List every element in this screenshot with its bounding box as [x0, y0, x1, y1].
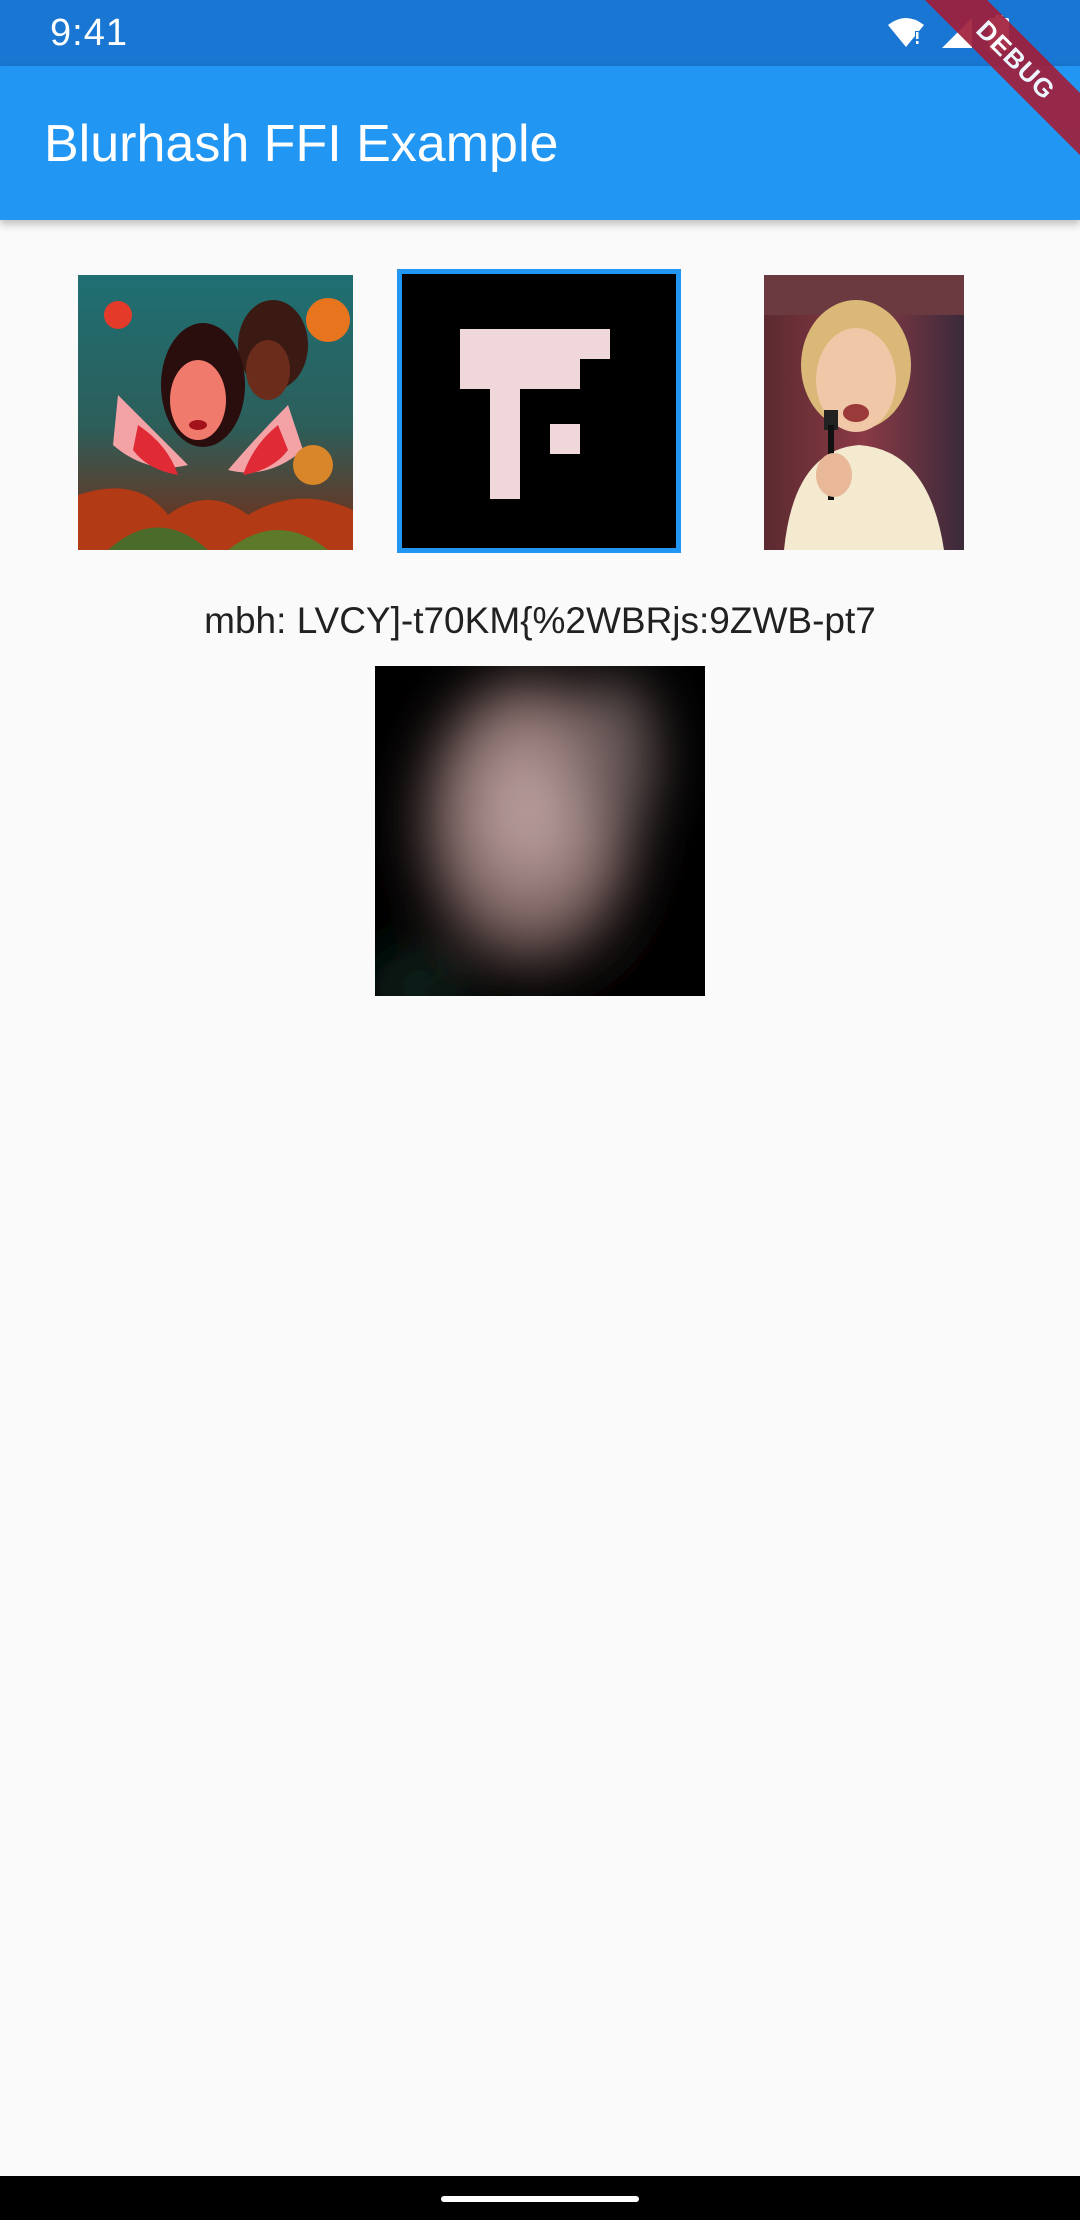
- blurhash-text: mbh: LVCY]-t70KM{%2WBRjs:9ZWB-pt7: [204, 600, 876, 641]
- portrait-photo-thumbnail[interactable]: [764, 275, 964, 550]
- system-navigation-bar: [0, 2176, 1080, 2220]
- status-time: 9:41: [50, 12, 128, 54]
- illustration-thumbnail[interactable]: [78, 275, 353, 550]
- home-gesture-handle[interactable]: [441, 2196, 639, 2202]
- status-icons: [886, 14, 1010, 52]
- app-title: Blurhash FFI Example: [44, 115, 559, 173]
- battery-icon: [988, 15, 1010, 51]
- pixel-glyph-thumbnail[interactable]: [397, 269, 681, 553]
- status-bar: 9:41: [0, 0, 1080, 66]
- wifi-icon: [886, 17, 926, 49]
- app-bar: Blurhash FFI Example: [0, 66, 1080, 220]
- blurhash-preview-image: [375, 666, 705, 996]
- signal-icon: [940, 16, 974, 50]
